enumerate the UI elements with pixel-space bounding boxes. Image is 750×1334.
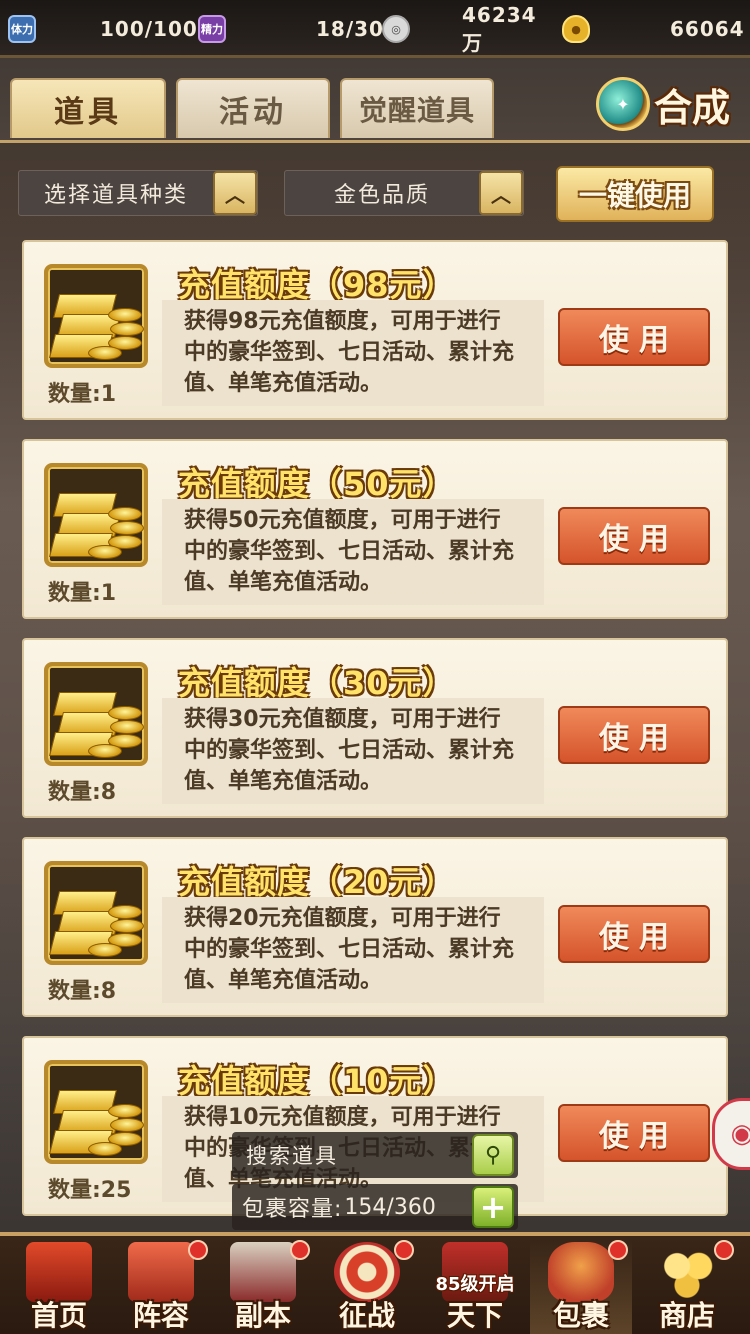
- list-item: 数量:1 充值额度（98元） 获得98元充值额度，可用于进行中的豪华签到、七日活…: [22, 240, 728, 420]
- energy-icon: 精力: [198, 15, 226, 43]
- gold-bars-icon: [44, 1060, 148, 1164]
- nav-world[interactable]: 85级开启 天下: [424, 1240, 526, 1334]
- gold-ingot-icon: ●: [562, 15, 590, 43]
- synthesize-icon: ✦: [596, 77, 650, 131]
- gold-resource[interactable]: ● 66064: [562, 12, 744, 46]
- gold-bars-icon: [44, 662, 148, 766]
- stamina-icon: 体力: [8, 15, 36, 43]
- target-icon: [334, 1242, 400, 1302]
- energy-value: 18/30: [316, 17, 384, 41]
- synthesize-label: 合成: [654, 85, 731, 130]
- expand-capacity-button[interactable]: +: [472, 1186, 514, 1228]
- item-quantity: 数量:1: [48, 581, 117, 606]
- item-type-filter[interactable]: 选择道具种类 ︿: [18, 170, 258, 216]
- list-item: 数量:8 充值额度（20元） 获得20元充值额度，可用于进行中的豪华签到、七日活…: [22, 837, 728, 1017]
- gold-bars-icon: [44, 861, 148, 965]
- tab-awaken-items[interactable]: 觉醒道具: [340, 78, 494, 138]
- item-description: 获得50元充值额度，可用于进行中的豪华签到、七日活动、累计充值、单笔充值活动。: [162, 499, 544, 605]
- chevron-up-icon[interactable]: ︿: [213, 171, 257, 215]
- gold-value: 66064: [670, 17, 745, 41]
- use-all-button[interactable]: 一键使用: [556, 166, 714, 222]
- notification-dot: [290, 1240, 310, 1260]
- nav-label: 副本: [234, 1299, 291, 1332]
- item-type-label: 选择道具种类: [43, 183, 188, 208]
- nav-shop[interactable]: 商店: [636, 1240, 738, 1334]
- level-unlock-badge: 85级开启: [435, 1274, 515, 1295]
- search-icon[interactable]: ⚲: [472, 1134, 514, 1176]
- nav-label: 征战: [338, 1299, 395, 1332]
- item-description: 获得20元充值额度，可用于进行中的豪华签到、七日活动、累计充值、单笔充值活动。: [162, 897, 544, 1003]
- coins-icon: [654, 1242, 720, 1302]
- item-quantity: 数量:1: [48, 382, 117, 407]
- bag-capacity-bar: 包裹容量: 154/360 +: [232, 1184, 518, 1230]
- list-item: 数量:1 充值额度（50元） 获得50元充值额度，可用于进行中的豪华签到、七日活…: [22, 439, 728, 619]
- notification-dot: [608, 1240, 628, 1260]
- nav-campaign[interactable]: 征战: [316, 1240, 418, 1334]
- gold-bars-icon: [44, 264, 148, 368]
- list-item: 数量:8 充值额度（30元） 获得30元充值额度，可用于进行中的豪华签到、七日活…: [22, 638, 728, 818]
- gold-bars-icon: [44, 463, 148, 567]
- scroll-icon: [128, 1242, 194, 1302]
- tab-activity[interactable]: 活动: [176, 78, 330, 138]
- synthesize-button[interactable]: ✦ 合成: [596, 74, 742, 134]
- quality-filter[interactable]: 金色品质 ︿: [284, 170, 524, 216]
- nav-dungeon[interactable]: 副本: [212, 1240, 314, 1334]
- item-description: 获得30元充值额度，可用于进行中的豪华签到、七日活动、累计充值、单笔充值活动。: [162, 698, 544, 804]
- notification-dot: [188, 1240, 208, 1260]
- use-button[interactable]: 使用: [558, 905, 710, 963]
- nav-label: 天下: [446, 1299, 503, 1332]
- nav-label: 阵容: [132, 1299, 189, 1332]
- item-quantity: 数量:8: [48, 780, 117, 805]
- item-quantity: 数量:25: [48, 1178, 132, 1203]
- use-button[interactable]: 使用: [558, 308, 710, 366]
- nav-lineup[interactable]: 阵容: [110, 1240, 212, 1334]
- notification-dot: [714, 1240, 734, 1260]
- use-button[interactable]: 使用: [558, 706, 710, 764]
- capacity-label: 包裹容量:: [242, 1197, 343, 1222]
- nav-bag[interactable]: 包裹: [530, 1240, 632, 1334]
- nav-label: 包裹: [552, 1299, 609, 1332]
- nav-home[interactable]: 首页: [8, 1240, 110, 1334]
- resource-bar: 体力 100/100 精力 18/30 ◎ 46234万 ● 66064: [0, 0, 750, 58]
- quality-label: 金色品质: [333, 183, 430, 208]
- palace-icon: [26, 1242, 92, 1302]
- energy-resource[interactable]: 精力 18/30: [198, 12, 383, 46]
- tab-items[interactable]: 道具: [10, 78, 166, 138]
- coin-icon: ◎: [382, 15, 410, 43]
- coin-resource[interactable]: ◎ 46234万: [382, 3, 536, 55]
- nav-label: 商店: [658, 1299, 715, 1332]
- use-button[interactable]: 使用: [558, 1104, 710, 1162]
- search-items-bar[interactable]: 搜索道具 ⚲: [232, 1132, 518, 1178]
- nav-label: 首页: [30, 1299, 87, 1332]
- item-quantity: 数量:8: [48, 979, 117, 1004]
- bag-icon: [548, 1242, 614, 1302]
- stamina-resource[interactable]: 体力 100/100: [8, 12, 197, 46]
- item-description: 获得98元充值额度，可用于进行中的豪华签到、七日活动、累计充值、单笔充值活动。: [162, 300, 544, 406]
- crossed-swords-icon: [230, 1242, 296, 1302]
- search-label: 搜索道具: [246, 1144, 338, 1168]
- stamina-value: 100/100: [100, 17, 198, 41]
- chevron-up-icon[interactable]: ︿: [479, 171, 523, 215]
- capacity-value: 154/360: [344, 1194, 436, 1220]
- use-button[interactable]: 使用: [558, 507, 710, 565]
- notification-dot: [394, 1240, 414, 1260]
- bottom-nav: 首页 阵容 副本 征战 85级开启 天下 包裹 商店: [0, 1232, 750, 1334]
- coin-value: 46234万: [462, 2, 537, 55]
